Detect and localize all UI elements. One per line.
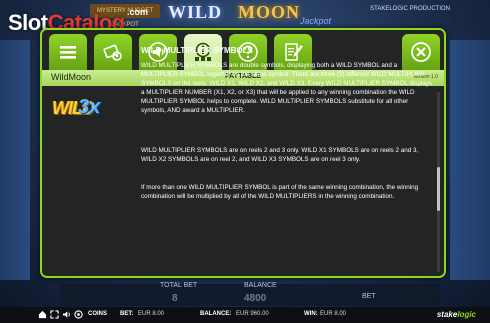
background-total-bet-value: 8 <box>172 293 178 304</box>
paytable-dialog: WildMoon PAYTABLE version 1.0 WILD 3x WI… <box>40 28 446 278</box>
content-paragraph-1: WILD MULTIPLIER SYMBOLS are double symbo… <box>141 62 433 114</box>
bet-value: EUR 8.00 <box>138 311 165 317</box>
document-pen-icon <box>285 43 303 61</box>
tab-menu[interactable] <box>49 34 87 70</box>
content-paragraph-2: WILD MULTIPLIER SYMBOLS are on reels 2 a… <box>141 147 419 163</box>
tab-autoplay-settings[interactable] <box>94 34 132 70</box>
background-total-bet-label: TOTAL BET <box>160 282 198 289</box>
background-bet-label: BET <box>362 293 376 300</box>
coins-label[interactable]: COINS <box>88 311 107 317</box>
bet-label: BET: <box>120 311 134 317</box>
balance-value: EUR 960.00 <box>236 311 269 317</box>
fullscreen-icon[interactable] <box>50 310 59 319</box>
scrollbar-thumb[interactable] <box>437 167 440 211</box>
background-reels-left <box>0 40 30 280</box>
balance-label: BALANCE: <box>200 311 232 317</box>
game-logo-wild: WILD <box>168 2 223 22</box>
background-balance-label: BALANCE <box>244 282 277 289</box>
background-reels-right <box>450 40 490 280</box>
status-bar: COINS BET: EUR 8.00 BALANCE: EUR 960.00 … <box>0 307 490 323</box>
brand-logic: logic <box>457 310 476 319</box>
stakelogic-logo: stakelogic <box>437 310 476 319</box>
watermark-com: .com <box>127 7 149 17</box>
coins-icon[interactable] <box>74 310 83 319</box>
game-logo-subtitle: Jackpot <box>300 16 332 26</box>
brand-stake: stake <box>436 310 458 319</box>
win-label: WIN: <box>304 311 318 317</box>
win-value: EUR 8.00 <box>320 311 347 317</box>
home-icon[interactable] <box>38 310 47 319</box>
wild-3x-symbol: WILD 3x <box>52 96 100 130</box>
symbol-multiplier-text: 3x <box>78 96 101 118</box>
content-scrollbar[interactable] <box>437 92 440 272</box>
sound-icon[interactable] <box>62 310 71 319</box>
background-balance-value: 4800 <box>244 293 267 304</box>
hamburger-icon <box>60 46 76 59</box>
close-icon <box>411 42 431 62</box>
game-logo-moon: MOON <box>238 2 300 22</box>
coins-settings-icon <box>103 44 122 61</box>
content-paragraph-3: If more than one WILD MULTIPLIER SYMBOL … <box>141 184 419 200</box>
production-label: STAKELOGIC PRODUCTION <box>370 6 450 12</box>
content-title: WILD MULTIPLIER SYMBOLS <box>141 46 253 55</box>
